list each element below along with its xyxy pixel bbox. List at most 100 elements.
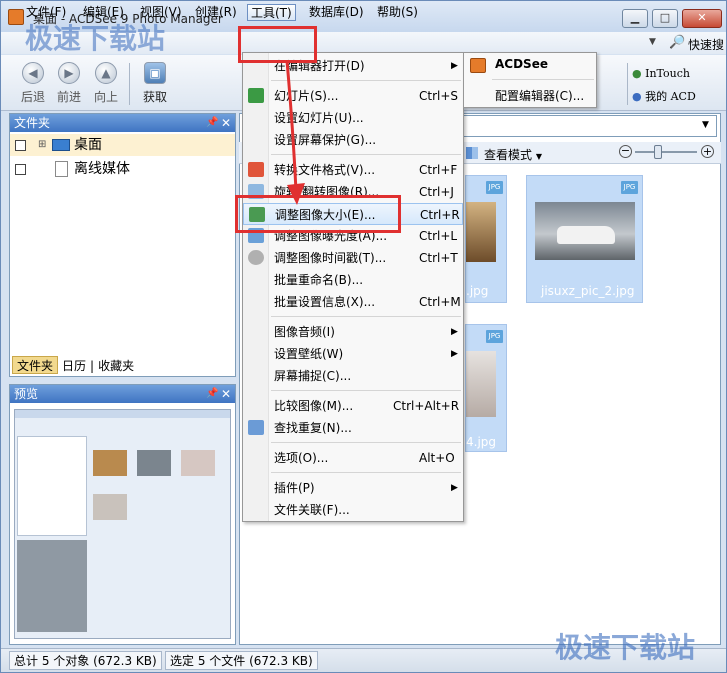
- editor-submenu: ACDSee 配置编辑器(C)...: [463, 52, 597, 108]
- view-mode-icon: [466, 147, 478, 159]
- preview-panel-header: 预览 📌 ✕: [10, 385, 235, 403]
- menu-shortcut: Ctrl+J: [419, 185, 454, 199]
- preview-image: [14, 409, 231, 639]
- preview-image: [181, 450, 215, 476]
- acdsee-app-icon: [8, 9, 24, 25]
- tab-folders[interactable]: 文件夹: [12, 356, 59, 374]
- tree-checkbox[interactable]: [15, 164, 26, 175]
- desktop-icon: [52, 139, 70, 151]
- forward-button[interactable]: ▶ 前进: [51, 59, 87, 105]
- thumbnail-item[interactable]: JPG 4.jpg: [465, 324, 507, 452]
- acquire-button[interactable]: ▣ 获取: [137, 59, 173, 105]
- tree-label: 桌面: [74, 137, 102, 153]
- menu-find-duplicates[interactable]: 查找重复(N)...: [243, 417, 463, 439]
- pin-icon[interactable]: 📌: [206, 114, 218, 132]
- folder-panel-title: 文件夹: [14, 116, 51, 130]
- menu-item-label: 批量重命名(B)...: [274, 273, 364, 287]
- zoom-slider-thumb[interactable]: [654, 145, 662, 159]
- up-arrow-icon: ▲: [95, 62, 117, 84]
- menu-item-label: 比较图像(M)...: [274, 399, 354, 413]
- address-dropdown-icon[interactable]: ▼: [702, 120, 709, 130]
- menu-shortcut: Ctrl+Alt+R: [393, 399, 460, 413]
- back-button[interactable]: ◀ 后退: [15, 59, 51, 105]
- menu-screen-capture[interactable]: 屏幕捕捉(C)...: [243, 365, 463, 387]
- tree-label: 离线媒体: [74, 161, 130, 177]
- menubar-dropdown-icon[interactable]: ▼: [649, 37, 656, 47]
- expand-icon[interactable]: ⊞: [38, 134, 46, 156]
- slideshow-icon: [248, 88, 264, 103]
- minimize-button[interactable]: ▁: [622, 9, 648, 28]
- menu-database[interactable]: 数据库(D): [306, 4, 367, 21]
- menu-batch-info[interactable]: 批量设置信息(X)... Ctrl+M: [243, 291, 463, 313]
- file-name: jisuxz_pic_2.jpg: [541, 284, 635, 298]
- pin-icon[interactable]: 📌: [206, 385, 218, 403]
- menu-tools[interactable]: 工具(T): [247, 4, 296, 21]
- menu-image-audio[interactable]: 图像音频(I) ▶: [243, 321, 463, 343]
- intouch-link[interactable]: ● InTouch: [632, 67, 690, 80]
- submenu-arrow-icon: ▶: [451, 61, 458, 71]
- photo-portrait: [466, 351, 496, 417]
- menu-shortcut: Ctrl+T: [419, 251, 458, 265]
- intouch-icon: ●: [632, 67, 642, 80]
- address-bar[interactable]: ▼: [463, 115, 717, 137]
- tree-item-offline-media[interactable]: 离线媒体: [10, 158, 235, 180]
- app-window: 桌面 - ACDSee 9 Photo Manager ▁ □ ✕ 文件(F) …: [0, 0, 727, 673]
- close-button[interactable]: ✕: [682, 9, 722, 28]
- back-arrow-icon: ◀: [22, 62, 44, 84]
- menu-set-wallpaper[interactable]: 设置壁纸(W) ▶: [243, 343, 463, 365]
- preview-image: [93, 494, 127, 520]
- menu-shortcut: Ctrl+L: [419, 229, 458, 243]
- watermark-bottom: 极速下载站: [555, 631, 696, 664]
- file-name: 4.jpg: [466, 435, 497, 449]
- preview-image: [17, 540, 87, 632]
- acquire-label: 获取: [142, 90, 167, 104]
- forward-arrow-icon: ▶: [58, 62, 80, 84]
- highlight-box-resize-item: [235, 195, 401, 233]
- tab-favorites[interactable]: 收藏夹: [94, 357, 138, 375]
- folder-panel-header: 文件夹 📌 ✕: [10, 114, 235, 132]
- tab-calendar[interactable]: 日历: [58, 357, 90, 375]
- menu-compare-images[interactable]: 比较图像(M)... Ctrl+Alt+R: [243, 395, 463, 417]
- thumbnail-item[interactable]: JPG jisuxz_pic_2.jpg: [526, 175, 643, 303]
- menu-file-association[interactable]: 文件关联(F)...: [243, 499, 463, 521]
- forward-label: 前进: [56, 90, 81, 104]
- menu-item-label: 选项(O)...: [274, 451, 329, 465]
- zoom-slider[interactable]: [635, 151, 697, 153]
- menu-item-label: 插件(P): [274, 481, 315, 495]
- tree-item-desktop[interactable]: ⊞ 桌面: [10, 134, 235, 156]
- up-button[interactable]: ▲ 向上: [88, 59, 124, 105]
- thumbnail-item[interactable]: JPG .jpg: [465, 175, 507, 303]
- highlight-box-tools-menu: [238, 26, 317, 63]
- quick-search-label[interactable]: 快速搜: [688, 36, 724, 53]
- menu-item-label: 图像音频(I): [274, 325, 335, 339]
- menu-options[interactable]: 选项(O)... Alt+O: [243, 447, 463, 469]
- tree-checkbox[interactable]: [15, 140, 26, 151]
- preview-image: [15, 410, 230, 418]
- panel-close-icon[interactable]: ✕: [221, 385, 231, 403]
- car-shape: [557, 226, 615, 244]
- menu-item-label: 调整图像时间戳(T)...: [274, 251, 387, 265]
- menu-batch-rename[interactable]: 批量重命名(B)...: [243, 269, 463, 291]
- folder-panel-tabs: 文件夹 日历 | 收藏夹: [12, 356, 138, 375]
- menu-adjust-timestamp[interactable]: 调整图像时间戳(T)... Ctrl+T: [243, 247, 463, 269]
- menu-create[interactable]: 创建(R): [192, 4, 240, 21]
- convert-icon: [248, 162, 264, 177]
- menu-plugins[interactable]: 插件(P) ▶: [243, 477, 463, 499]
- toolbar-separator: [129, 63, 130, 105]
- document-icon: [55, 161, 68, 177]
- my-acd-link[interactable]: ● 我的 ACD: [632, 88, 696, 104]
- menu-help[interactable]: 帮助(S): [374, 4, 421, 21]
- zoom-out-icon[interactable]: −: [619, 145, 632, 158]
- submenu-configure-editors[interactable]: 配置编辑器(C)...: [495, 87, 584, 104]
- maximize-button[interactable]: □: [652, 9, 678, 28]
- zoom-in-icon[interactable]: +: [701, 145, 714, 158]
- my-acd-label: 我的 ACD: [645, 90, 696, 103]
- timestamp-icon: [248, 250, 264, 265]
- view-mode-dropdown[interactable]: 查看模式 ▼: [484, 146, 542, 163]
- menu-item-label: 设置壁纸(W): [274, 347, 344, 361]
- submenu-acdsee[interactable]: ACDSee: [495, 57, 548, 71]
- preview-panel-title: 预览: [14, 387, 39, 401]
- panel-close-icon[interactable]: ✕: [221, 114, 231, 132]
- duplicates-icon: [248, 420, 264, 435]
- menu-shortcut: Ctrl+F: [419, 163, 458, 177]
